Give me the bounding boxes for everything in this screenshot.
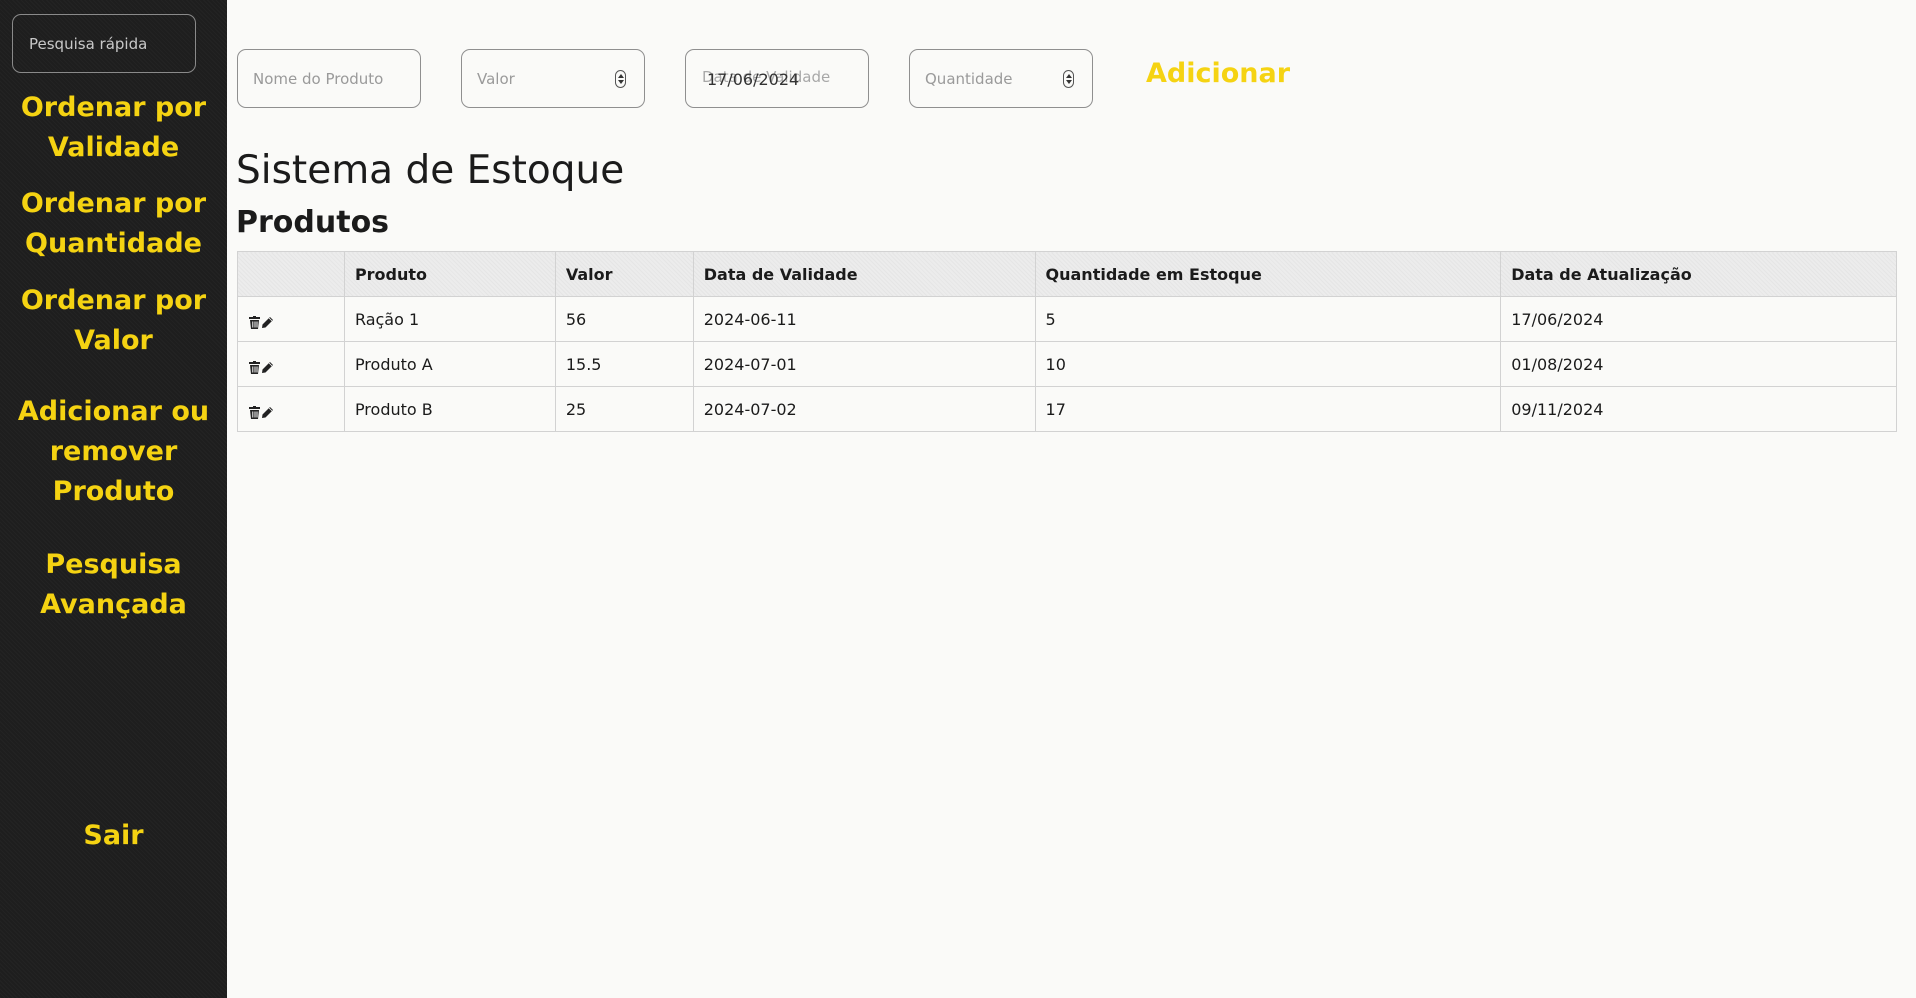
- value-stepper-icon[interactable]: [615, 70, 626, 88]
- page-title: Sistema de Estoque: [236, 148, 625, 193]
- add-remove-product-link[interactable]: Adicionar ou remover Produto: [0, 392, 227, 512]
- cell-product: Produto B: [343, 386, 556, 432]
- row-actions: [237, 296, 345, 342]
- header-actions: [237, 251, 345, 297]
- cell-product: Produto A: [343, 341, 556, 387]
- cell-expiry-date: 2024-07-02: [692, 386, 1036, 432]
- cell-value: 15.5: [554, 341, 694, 387]
- table-row: Produto B 25 2024-07-02 17 09/11/2024: [237, 386, 1897, 432]
- logout-link[interactable]: Sair: [0, 816, 227, 856]
- cell-value: 25: [554, 386, 694, 432]
- product-name-placeholder: Nome do Produto: [253, 69, 384, 88]
- sort-by-expiry-link[interactable]: Ordenar por Validade: [0, 88, 227, 168]
- table-row: Ração 1 56 2024-06-11 5 17/06/2024: [237, 296, 1897, 342]
- value-placeholder: Valor: [477, 69, 515, 88]
- quantity-placeholder: Quantidade: [925, 69, 1013, 88]
- cell-product: Ração 1: [343, 296, 556, 342]
- header-product: Produto: [343, 251, 556, 297]
- header-expiry-date: Data de Validade: [692, 251, 1036, 297]
- advanced-search-link[interactable]: Pesquisa Avançada: [0, 545, 227, 625]
- section-title: Produtos: [236, 205, 390, 240]
- cell-updated-date: 09/11/2024: [1500, 386, 1897, 432]
- cell-quantity: 10: [1034, 341, 1502, 387]
- add-button[interactable]: Adicionar: [1146, 58, 1290, 89]
- cell-updated-date: 01/08/2024: [1500, 341, 1897, 387]
- cell-expiry-date: 2024-07-01: [692, 341, 1036, 387]
- sort-by-quantity-link[interactable]: Ordenar por Quantidade: [0, 184, 227, 264]
- sidebar: Ordenar por Validade Ordenar por Quantid…: [0, 0, 227, 998]
- products-table: Produto Valor Data de Validade Quantidad…: [237, 251, 1897, 432]
- cell-quantity: 5: [1034, 296, 1502, 342]
- cell-quantity: 17: [1034, 386, 1502, 432]
- header-stock-quantity: Quantidade em Estoque: [1034, 251, 1502, 297]
- trash-icon[interactable]: [248, 359, 261, 374]
- header-value: Valor: [554, 251, 694, 297]
- quantity-stepper-icon[interactable]: [1063, 70, 1074, 88]
- expiry-date-value: 17/06/2024: [707, 70, 800, 89]
- table-header-row: Produto Valor Data de Validade Quantidad…: [237, 251, 1897, 297]
- product-name-field[interactable]: Nome do Produto: [237, 49, 421, 108]
- cell-updated-date: 17/06/2024: [1500, 296, 1897, 342]
- pencil-icon[interactable]: [261, 404, 274, 418]
- quantity-field[interactable]: Quantidade: [909, 49, 1093, 108]
- value-field[interactable]: Valor: [461, 49, 645, 108]
- quick-search-input[interactable]: [12, 14, 196, 73]
- cell-expiry-date: 2024-06-11: [692, 296, 1036, 342]
- table-row: Produto A 15.5 2024-07-01 10 01/08/2024: [237, 341, 1897, 387]
- sort-by-value-link[interactable]: Ordenar por Valor: [0, 281, 227, 361]
- cell-value: 56: [554, 296, 694, 342]
- trash-icon[interactable]: [248, 314, 261, 329]
- trash-icon[interactable]: [248, 404, 261, 419]
- row-actions: [237, 341, 345, 387]
- expiry-date-field[interactable]: Data de Validade 17/06/2024: [685, 49, 869, 108]
- row-actions: [237, 386, 345, 432]
- header-updated-date: Data de Atualização: [1500, 251, 1897, 297]
- pencil-icon[interactable]: [261, 314, 274, 328]
- pencil-icon[interactable]: [261, 359, 274, 373]
